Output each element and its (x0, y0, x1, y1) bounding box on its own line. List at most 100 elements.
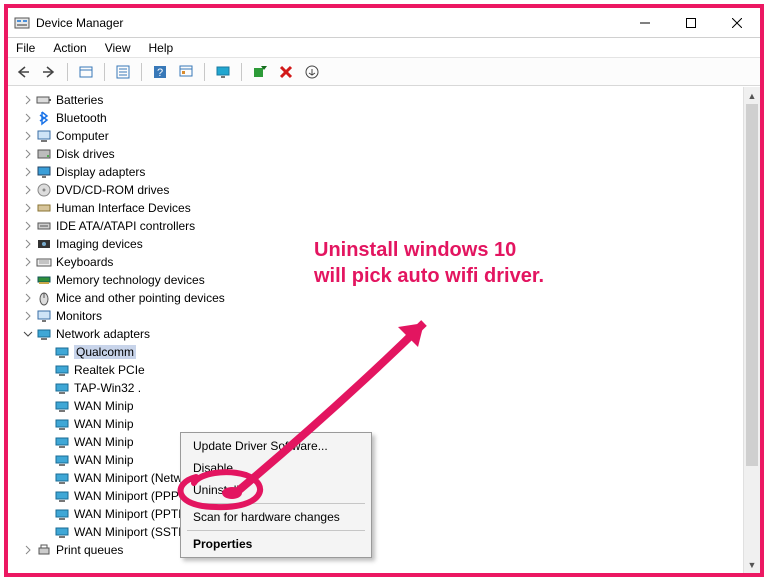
expand-icon[interactable] (22, 310, 34, 322)
tree-category-label: IDE ATA/ATAPI controllers (56, 219, 195, 233)
tree-category[interactable]: Print queues (22, 541, 760, 559)
show-hidden-button[interactable] (75, 61, 97, 83)
more-button[interactable] (301, 61, 323, 83)
back-button[interactable] (12, 61, 34, 83)
expand-icon[interactable] (22, 130, 34, 142)
expand-icon[interactable] (22, 94, 34, 106)
tree-category[interactable]: Network adapters (22, 325, 760, 343)
menu-file[interactable]: File (14, 40, 37, 56)
tree-category-label: Display adapters (56, 165, 145, 179)
tree-category-label: Imaging devices (56, 237, 143, 251)
menu-help[interactable]: Help (147, 40, 176, 56)
tree-category[interactable]: DVD/CD-ROM drives (22, 181, 760, 199)
context-menu: Update Driver Software... Disable Uninst… (180, 432, 372, 558)
tree-category-label: Computer (56, 129, 109, 143)
tree-category-label: DVD/CD-ROM drives (56, 183, 169, 197)
monitor-button[interactable] (212, 61, 234, 83)
tree-device[interactable]: WAN Miniport (Network Monitor) (40, 469, 760, 487)
tree-category[interactable]: Human Interface Devices (22, 199, 760, 217)
tree-device[interactable]: WAN Minip (40, 433, 760, 451)
expand-icon[interactable] (22, 238, 34, 250)
context-update-driver[interactable]: Update Driver Software... (183, 435, 369, 457)
tree-category-label: Monitors (56, 309, 102, 323)
expand-icon[interactable] (22, 112, 34, 124)
hid-icon (36, 200, 52, 216)
expand-icon[interactable] (22, 220, 34, 232)
tree-device[interactable]: TAP-Win32 . (40, 379, 760, 397)
tree-device-label: Qualcomm (74, 345, 136, 359)
tree-device[interactable]: WAN Minip (40, 397, 760, 415)
expand-icon[interactable] (22, 202, 34, 214)
adapter-icon (54, 434, 70, 450)
battery-icon (36, 92, 52, 108)
tree-category[interactable]: Bluetooth (22, 109, 760, 127)
monitor-icon (36, 308, 52, 324)
ide-icon (36, 218, 52, 234)
keyboard-icon (36, 254, 52, 270)
adapter-icon (54, 362, 70, 378)
context-scan[interactable]: Scan for hardware changes (183, 506, 369, 528)
expand-icon[interactable] (22, 256, 34, 268)
display-icon (36, 164, 52, 180)
scroll-up-button[interactable]: ▲ (744, 87, 760, 104)
adapter-icon (54, 416, 70, 432)
tree-category-label: Memory technology devices (56, 273, 205, 287)
tree-device-label: WAN Miniport (SSTP) (74, 525, 190, 539)
expand-icon[interactable] (22, 166, 34, 178)
tree-device[interactable]: WAN Minip (40, 415, 760, 433)
adapter-icon (54, 506, 70, 522)
update-button[interactable] (175, 61, 197, 83)
adapter-icon (54, 380, 70, 396)
tree-category-label: Network adapters (56, 327, 150, 341)
close-button[interactable] (714, 8, 760, 38)
tree-device[interactable]: WAN Minip (40, 451, 760, 469)
expand-icon[interactable] (22, 274, 34, 286)
context-disable[interactable]: Disable (183, 457, 369, 479)
annotation-text: Uninstall windows 10 will pick auto wifi… (314, 237, 544, 289)
tree-device[interactable]: WAN Miniport (PPTP) (40, 505, 760, 523)
expand-icon[interactable] (22, 544, 34, 556)
annotation-line2: will pick auto wifi driver. (314, 263, 544, 289)
tree-device[interactable]: WAN Miniport (PPPOE) (40, 487, 760, 505)
tree-category[interactable]: Computer (22, 127, 760, 145)
vertical-scrollbar[interactable]: ▲ ▼ (743, 87, 760, 573)
memory-icon (36, 272, 52, 288)
toolbar: ? (8, 58, 760, 86)
expand-icon[interactable] (22, 184, 34, 196)
imaging-icon (36, 236, 52, 252)
device-tree-panel: Batteries Bluetooth Computer Disk drives Dis… (8, 86, 760, 573)
tree-device-label: WAN Miniport (PPTP) (74, 507, 190, 521)
maximize-button[interactable] (668, 8, 714, 38)
context-uninstall[interactable]: Uninstall (183, 479, 369, 501)
help-button[interactable]: ? (149, 61, 171, 83)
tree-device-label: TAP-Win32 . (74, 381, 141, 395)
forward-button[interactable] (38, 61, 60, 83)
menu-view[interactable]: View (103, 40, 133, 56)
scroll-down-button[interactable]: ▼ (744, 556, 760, 573)
menu-action[interactable]: Action (51, 40, 88, 56)
tree-category[interactable]: Monitors (22, 307, 760, 325)
dvd-icon (36, 182, 52, 198)
app-window: Device Manager File Action View Help ? B… (4, 4, 764, 577)
tree-category[interactable]: IDE ATA/ATAPI controllers (22, 217, 760, 235)
tree-category-label: Human Interface Devices (56, 201, 191, 215)
tree-category[interactable]: Batteries (22, 91, 760, 109)
tree-device[interactable]: Realtek PCIe (40, 361, 760, 379)
tree-category[interactable]: Display adapters (22, 163, 760, 181)
tree-category[interactable]: Disk drives (22, 145, 760, 163)
scan-button[interactable] (249, 61, 271, 83)
tree-category[interactable]: Mice and other pointing devices (22, 289, 760, 307)
computer-icon (36, 128, 52, 144)
tree-device[interactable]: WAN Miniport (SSTP) (40, 523, 760, 541)
expand-icon[interactable] (22, 292, 34, 304)
print-icon (36, 542, 52, 558)
scroll-thumb[interactable] (746, 104, 758, 466)
tree-category-label: Batteries (56, 93, 103, 107)
minimize-button[interactable] (622, 8, 668, 38)
expand-icon[interactable] (22, 148, 34, 160)
collapse-icon[interactable] (22, 328, 34, 340)
properties-button[interactable] (112, 61, 134, 83)
context-properties[interactable]: Properties (183, 533, 369, 555)
uninstall-button[interactable] (275, 61, 297, 83)
tree-device[interactable]: Qualcomm (40, 343, 760, 361)
